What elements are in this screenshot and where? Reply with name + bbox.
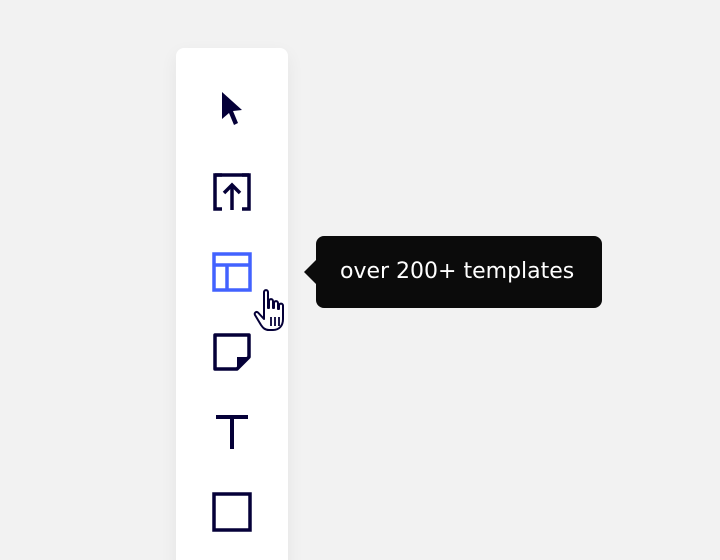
select-tool-button[interactable] [212, 88, 252, 128]
app-canvas: over 200+ templates [0, 0, 720, 560]
hand-pointer-cursor-icon [250, 286, 300, 336]
templates-tool-button[interactable] [212, 252, 252, 292]
sticky-note-icon [213, 333, 251, 371]
text-icon [216, 415, 248, 449]
text-tool-button[interactable] [212, 412, 252, 452]
upload-icon [213, 173, 251, 211]
sticky-note-tool-button[interactable] [212, 332, 252, 372]
templates-tooltip: over 200+ templates [304, 236, 602, 308]
upload-tool-button[interactable] [212, 172, 252, 212]
square-icon [212, 492, 252, 532]
shape-tool-button[interactable] [212, 492, 252, 532]
tooltip-text: over 200+ templates [340, 259, 575, 284]
arrow-pointer-icon [222, 92, 242, 125]
layout-template-icon [212, 252, 252, 292]
